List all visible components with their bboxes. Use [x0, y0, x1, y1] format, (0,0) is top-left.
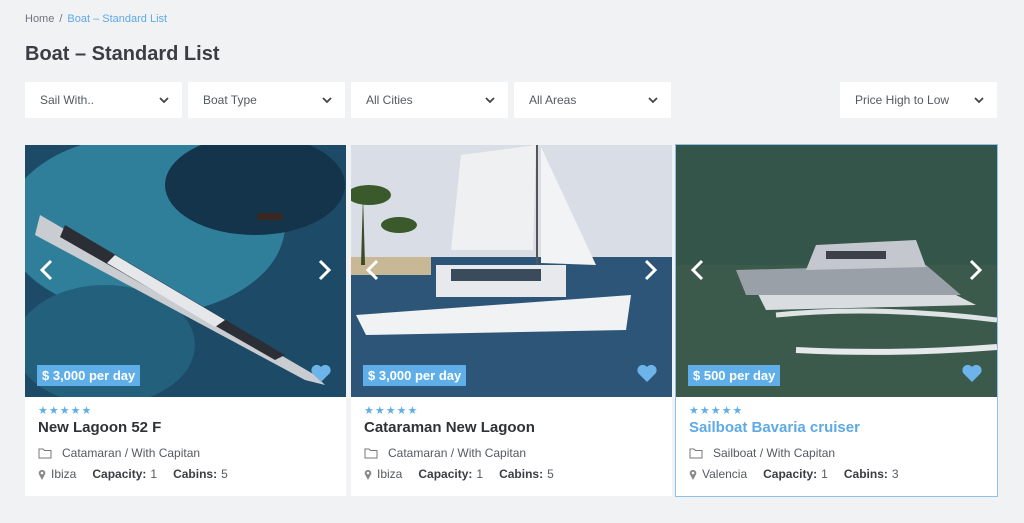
- filter-areas[interactable]: All Areas: [514, 82, 671, 118]
- cabins-value: 5: [547, 467, 554, 481]
- folder-icon: [689, 448, 703, 458]
- filter-cities[interactable]: All Cities: [351, 82, 508, 118]
- boat-photo: $ 3,000 per day: [25, 145, 346, 397]
- page-title: Boat – Standard List: [25, 43, 220, 65]
- filter-boat-type[interactable]: Boat Type: [188, 82, 345, 118]
- boat-card[interactable]: $ 3,000 per day ★ ★ ★ ★ ★ Cataraman New Lago…: [351, 145, 672, 496]
- rating-stars: ★ ★ ★ ★ ★: [38, 405, 92, 417]
- breadcrumb-separator: /: [59, 13, 63, 25]
- previous-photo-arrow[interactable]: [688, 258, 708, 282]
- breadcrumb-home-link[interactable]: Home: [25, 13, 54, 25]
- capacity-label: Capacity:: [418, 467, 473, 481]
- chevron-down-icon: [322, 97, 332, 104]
- boat-type: Catamaran / With Capitan: [388, 446, 527, 460]
- filter-label: All Cities: [366, 93, 413, 107]
- filter-label: All Areas: [529, 93, 577, 107]
- folder-icon: [364, 448, 378, 458]
- chevron-down-icon: [974, 97, 984, 104]
- cabins-label: Cabins:: [173, 467, 218, 481]
- chevron-down-icon: [648, 97, 658, 104]
- map-pin-icon: [38, 469, 46, 480]
- boat-location: Ibiza: [377, 467, 403, 481]
- price-badge: $ 500 per day: [688, 365, 781, 386]
- chevron-down-icon: [485, 97, 495, 104]
- sort-select[interactable]: Price High to Low: [840, 82, 997, 118]
- boat-card[interactable]: $ 500 per day ★ ★ ★ ★ ★ Sailboat Bavaria cru…: [675, 144, 998, 497]
- filter-label: Sail With..: [40, 93, 95, 107]
- boat-name-link[interactable]: New Lagoon 52 F: [38, 419, 161, 436]
- boat-type: Catamaran / With Capitan: [62, 446, 201, 460]
- rating-stars: ★ ★ ★ ★ ★: [689, 405, 743, 417]
- sort-label: Price High to Low: [855, 93, 950, 107]
- capacity-value: 1: [476, 467, 484, 481]
- heart-icon[interactable]: [636, 363, 658, 383]
- previous-photo-arrow[interactable]: [363, 258, 383, 282]
- next-photo-arrow[interactable]: [314, 258, 334, 282]
- next-photo-arrow[interactable]: [965, 258, 985, 282]
- boat-name-link[interactable]: Cataraman New Lagoon: [364, 419, 535, 436]
- boat-type-row: Catamaran / With Capitan: [364, 446, 526, 460]
- capacity-value: 1: [150, 467, 158, 481]
- boat-meta-row: Valencia Capacity: 1 Cabins: 3: [689, 467, 915, 481]
- boat-location: Valencia: [702, 467, 748, 481]
- cabins-value: 3: [891, 467, 899, 481]
- filter-label: Boat Type: [203, 93, 257, 107]
- price-badge: $ 3,000 per day: [363, 365, 467, 386]
- capacity-label: Capacity:: [763, 467, 818, 481]
- chevron-down-icon: [159, 97, 169, 104]
- previous-photo-arrow[interactable]: [37, 258, 57, 282]
- filter-sail-with[interactable]: Sail With..: [25, 82, 182, 118]
- breadcrumb: Home / Boat – Standard List: [25, 13, 167, 25]
- capacity-label: Capacity:: [92, 467, 147, 481]
- boat-type: Sailboat / With Capitan: [713, 446, 836, 460]
- cabins-label: Cabins:: [843, 467, 888, 481]
- boat-name-link[interactable]: Sailboat Bavaria cruiser: [689, 419, 860, 436]
- boat-photo: $ 3,000 per day: [351, 145, 672, 397]
- boat-card[interactable]: $ 3,000 per day ★ ★ ★ ★ ★ New Lagoon 52 F Ca…: [25, 145, 346, 496]
- map-pin-icon: [364, 469, 372, 480]
- cabins-label: Cabins:: [499, 467, 544, 481]
- heart-icon[interactable]: [961, 363, 983, 383]
- next-photo-arrow[interactable]: [640, 258, 660, 282]
- boat-type-row: Sailboat / With Capitan: [689, 446, 835, 460]
- heart-icon[interactable]: [310, 363, 332, 383]
- boat-location: Ibiza: [51, 467, 77, 481]
- breadcrumb-current: Boat – Standard List: [67, 13, 168, 25]
- boat-type-row: Catamaran / With Capitan: [38, 446, 200, 460]
- boat-meta-row: Ibiza Capacity: 1 Cabins: 5: [364, 467, 570, 481]
- capacity-value: 1: [821, 467, 828, 481]
- rating-stars: ★ ★ ★ ★ ★: [364, 405, 418, 417]
- map-pin-icon: [689, 469, 697, 480]
- folder-icon: [38, 448, 52, 458]
- boat-meta-row: Ibiza Capacity: 1 Cabins: 5: [38, 467, 244, 481]
- cabins-value: 5: [221, 467, 228, 481]
- boat-photo: $ 500 per day: [676, 145, 997, 397]
- price-badge: $ 3,000 per day: [37, 365, 141, 386]
